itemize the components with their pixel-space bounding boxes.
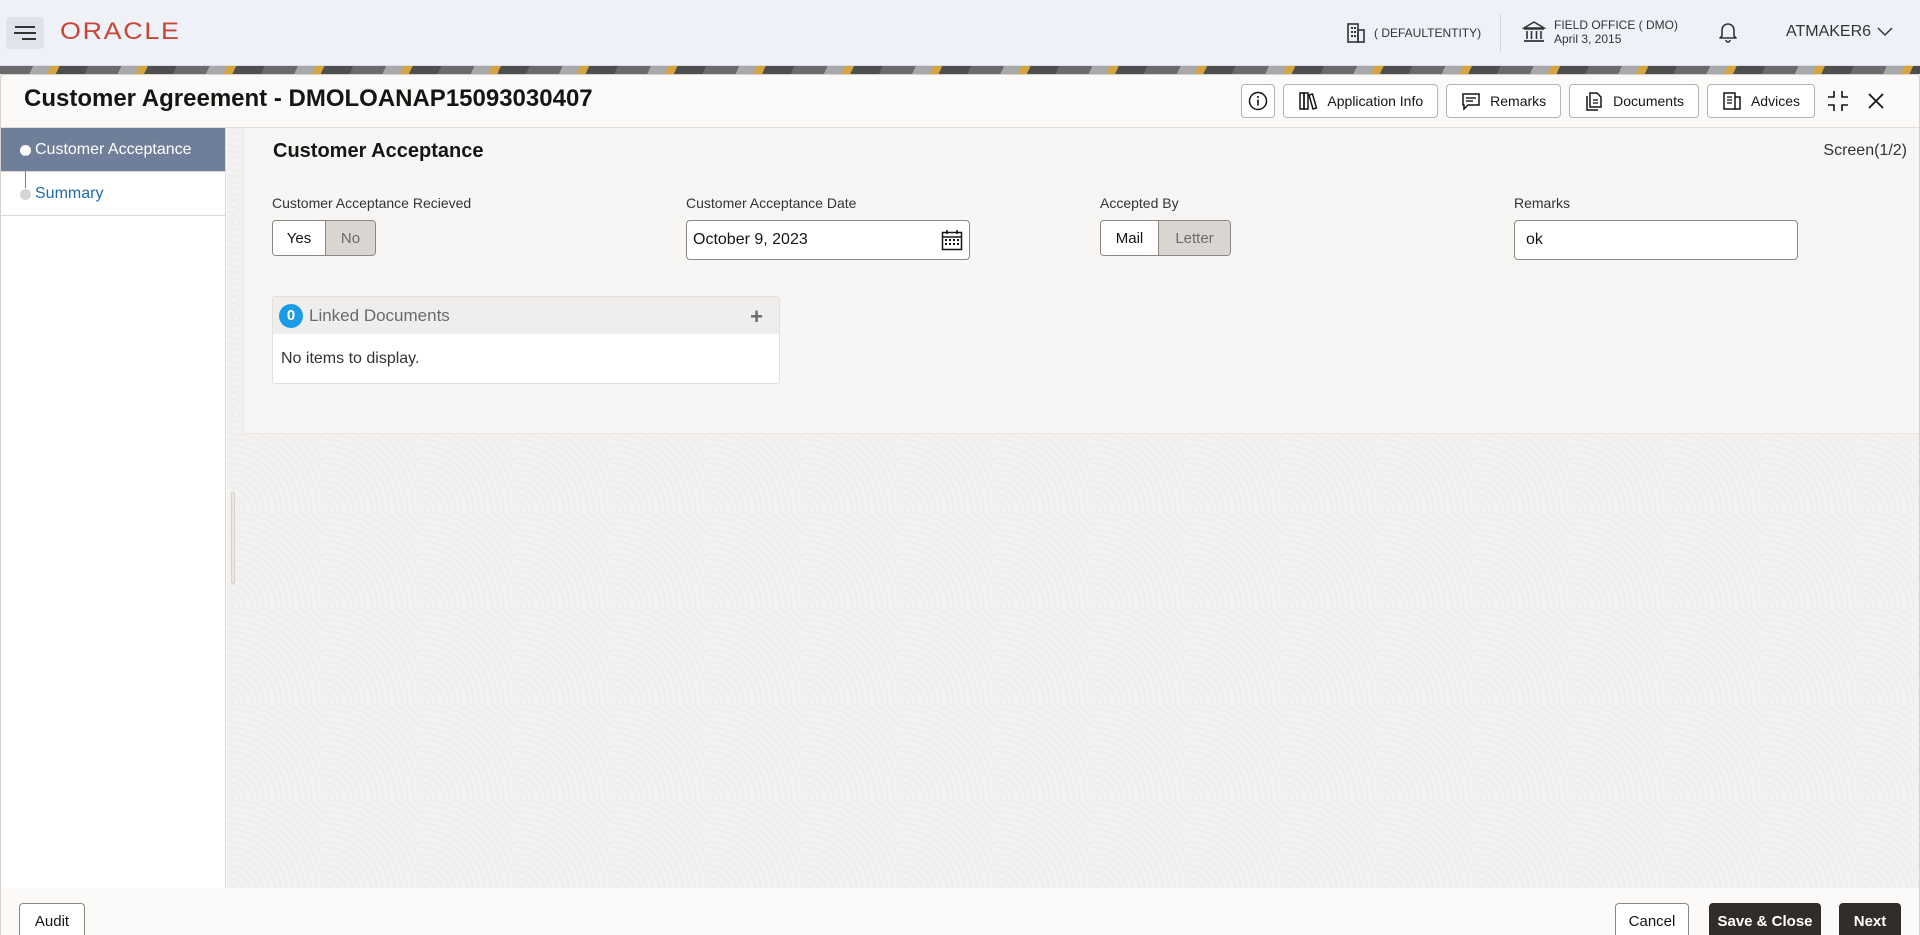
customer-acceptance-section: Customer Acceptance Screen(1/2) Customer… [243, 128, 1919, 434]
linked-documents-header: 0 Linked Documents [273, 297, 779, 334]
user-menu[interactable]: ATMAKER6 [1786, 23, 1893, 41]
bank-icon [1522, 21, 1546, 42]
remarks-value: ok [1526, 231, 1543, 248]
window-toolbar: Application Info Remarks Documents Advic… [1241, 84, 1891, 118]
chevron-down-icon [1877, 27, 1893, 37]
entity-label: ( DEFAULTENTITY) [1374, 26, 1482, 40]
empty-list-message: No items to display. [281, 350, 420, 367]
acceptance-date-input[interactable]: October 9, 2023 [686, 220, 970, 260]
received-no-option[interactable]: No [326, 221, 375, 255]
save-close-button[interactable]: Save & Close [1709, 903, 1821, 935]
content-area: Customer Acceptance Screen(1/2) Customer… [227, 128, 1919, 888]
customer-agreement-window: Customer Agreement - DMOLOANAP1509303040… [0, 74, 1920, 935]
nav-item-label: Summary [35, 184, 104, 202]
next-button[interactable]: Next [1839, 903, 1901, 935]
window-footer: Audit Cancel Save & Close Next [1, 888, 1919, 935]
building-icon [1347, 23, 1365, 43]
remarks-input[interactable]: ok [1514, 220, 1798, 260]
nav-item-summary[interactable]: Summary [1, 172, 225, 216]
header-divider [1500, 14, 1501, 52]
acceptance-received-label: Customer Acceptance Recieved [272, 195, 472, 211]
documents-label: Documents [1613, 93, 1684, 109]
office-date: April 3, 2015 [1554, 32, 1622, 46]
acceptance-date-value: October 9, 2023 [693, 231, 808, 248]
application-info-button[interactable]: Application Info [1283, 84, 1439, 118]
accepted-by-label: Accepted By [1100, 195, 1179, 211]
remarks-button[interactable]: Remarks [1446, 84, 1562, 118]
screen-counter: Screen(1/2) [1823, 142, 1907, 159]
acceptance-date-label: Customer Acceptance Date [686, 195, 857, 211]
step-dot-icon [20, 189, 31, 200]
books-icon [1298, 91, 1318, 111]
cancel-button[interactable]: Cancel [1615, 903, 1689, 935]
remarks-label: Remarks [1514, 195, 1571, 211]
left-navigation: Customer Acceptance Summary [1, 128, 226, 888]
documents-button[interactable]: Documents [1569, 84, 1699, 118]
accepted-by-toggle: Mail Letter [1100, 220, 1231, 256]
application-info-label: Application Info [1327, 93, 1424, 109]
decorative-band [0, 66, 1920, 74]
received-yes-option[interactable]: Yes [273, 221, 326, 255]
notification-bell-icon[interactable] [1718, 21, 1738, 48]
add-document-icon[interactable]: + [750, 304, 763, 330]
nav-item-customer-acceptance[interactable]: Customer Acceptance [1, 128, 225, 188]
panel-resize-handle[interactable] [231, 492, 235, 584]
calendar-icon[interactable] [941, 229, 963, 256]
section-title: Customer Acceptance [273, 140, 484, 162]
close-icon[interactable] [1861, 86, 1891, 116]
info-icon [1249, 91, 1268, 111]
office-name: FIELD OFFICE ( DMO) [1554, 18, 1678, 32]
audit-button[interactable]: Audit [19, 903, 85, 935]
top-header: ORACLE ( DEFAULTENTITY) FIELD OFFICE ( D… [0, 0, 1920, 66]
window-title: Customer Agreement - DMOLOANAP1509303040… [24, 85, 593, 112]
linked-documents-count-badge: 0 [279, 303, 303, 328]
acceptance-received-toggle: Yes No [272, 220, 376, 256]
document-icon [1584, 91, 1604, 111]
advice-icon [1722, 91, 1742, 111]
entity-selector[interactable]: ( DEFAULTENTITY) [1346, 22, 1481, 44]
advices-button[interactable]: Advices [1706, 84, 1815, 118]
linked-documents-panel: 0 Linked Documents + No items to display… [272, 296, 780, 384]
maximize-icon[interactable] [1823, 86, 1853, 116]
advices-label: Advices [1750, 93, 1800, 109]
hamburger-menu-icon[interactable] [6, 17, 44, 49]
comment-icon [1461, 91, 1481, 111]
info-button[interactable] [1241, 84, 1276, 118]
oracle-logo: ORACLE [60, 18, 181, 45]
nav-item-label: Customer Acceptance [35, 140, 192, 158]
office-selector[interactable]: FIELD OFFICE ( DMO) April 3, 2015 [1522, 18, 1678, 46]
user-name: ATMAKER6 [1786, 23, 1872, 40]
accepted-by-letter-option[interactable]: Letter [1159, 221, 1230, 255]
remarks-label: Remarks [1490, 93, 1547, 109]
accepted-by-mail-option[interactable]: Mail [1101, 221, 1159, 255]
linked-documents-title: Linked Documents [309, 305, 450, 325]
